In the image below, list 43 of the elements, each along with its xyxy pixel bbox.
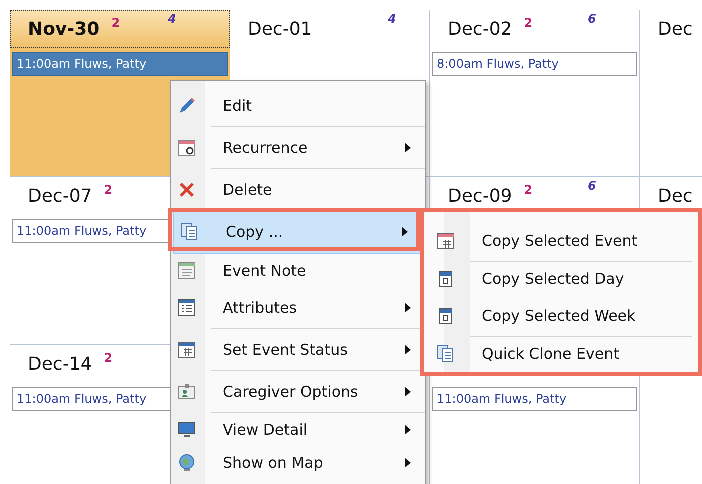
submenu-arrow-icon [405, 302, 411, 312]
day-date: Dec [658, 19, 693, 40]
hour-count: 4 [388, 12, 396, 26]
hour-count: 4 [168, 12, 176, 26]
event-entry[interactable]: 11:00am Fluws, Patty [432, 387, 637, 411]
cal-icon [177, 340, 197, 360]
event-count: 2 [524, 183, 533, 197]
day-date: Dec [658, 186, 693, 207]
note-icon [177, 260, 197, 280]
hour-count: 6 [588, 179, 596, 193]
submenu-arrow-icon [405, 458, 411, 468]
person-icon [177, 382, 197, 402]
hour-count: 6 [588, 12, 596, 26]
menu-item[interactable]: Event Note [171, 254, 425, 287]
list-icon [177, 298, 197, 318]
submenu-arrow-icon [405, 386, 411, 396]
copy-icon [180, 222, 200, 242]
submenu-arrow-icon [405, 424, 411, 434]
day-date: Dec-14 [28, 354, 92, 375]
event-entry[interactable]: 11:00am Fluws, Patty [12, 52, 228, 76]
calendar-icon [436, 230, 456, 250]
submenu-arrow-icon [405, 142, 411, 152]
day-date: Dec-02 [448, 19, 512, 40]
submenu-arrow-icon [402, 227, 408, 237]
event-count: 2 [104, 183, 113, 197]
event-count: 2 [524, 16, 533, 30]
event-entry[interactable]: 8:00am Fluws, Patty [432, 52, 637, 76]
menu-item[interactable]: Copy Selected Day [430, 262, 692, 295]
pencil-icon [177, 96, 197, 116]
day-date: Dec-09 [448, 186, 512, 207]
submenu-arrow-icon [405, 344, 411, 354]
event-count: 2 [112, 16, 120, 30]
monitor-icon [177, 420, 197, 440]
day-date: Dec-01 [248, 19, 312, 40]
day-date: Dec-07 [28, 186, 92, 207]
copy-icon [436, 344, 456, 364]
day-date: Nov-30 [28, 19, 100, 40]
menu-item[interactable]: Show on Map [171, 446, 425, 479]
globe-icon [177, 452, 197, 472]
menu-item[interactable]: Quick Clone Event [430, 337, 692, 370]
menu-item[interactable]: View Detail [171, 413, 425, 446]
recur-icon [177, 138, 197, 158]
event-count: 2 [104, 351, 113, 365]
